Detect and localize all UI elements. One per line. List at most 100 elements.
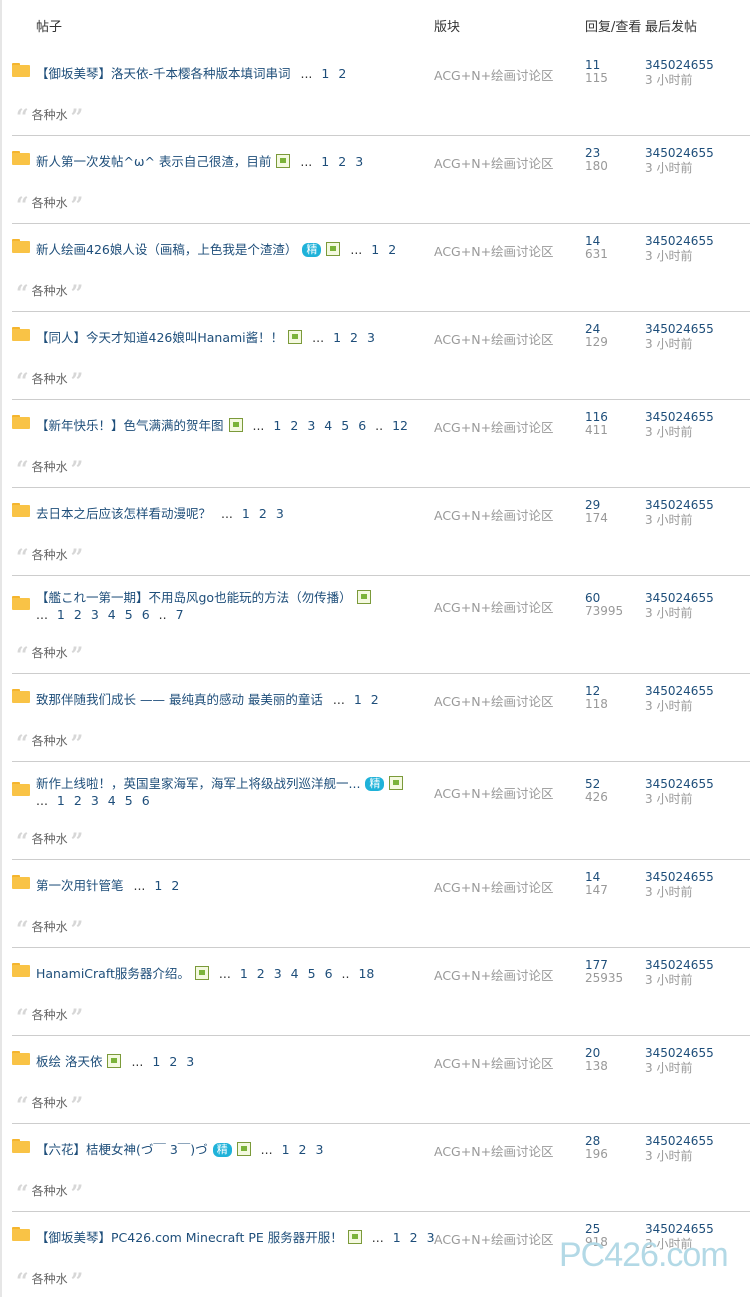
page-link[interactable]: 3 bbox=[367, 330, 375, 345]
last-poster-link[interactable]: 345024655 bbox=[645, 322, 714, 336]
page-link[interactable]: 1 bbox=[57, 607, 65, 622]
forum-link[interactable]: ACG+N+绘画讨论区 bbox=[434, 783, 554, 802]
page-link[interactable]: 3 bbox=[355, 154, 363, 169]
page-link[interactable]: 2 bbox=[338, 154, 346, 169]
page-link[interactable]: 4 bbox=[108, 607, 116, 622]
forum-link[interactable]: ACG+N+绘画讨论区 bbox=[434, 965, 554, 984]
forum-link[interactable]: ACG+N+绘画讨论区 bbox=[434, 329, 554, 348]
page-link[interactable]: 3 bbox=[274, 966, 282, 981]
last-poster-link[interactable]: 345024655 bbox=[645, 958, 714, 972]
last-poster-link[interactable]: 345024655 bbox=[645, 234, 714, 248]
page-link[interactable]: 1 bbox=[152, 1054, 160, 1069]
thread-title-link[interactable]: 【新年快乐！】色气满满的贺年图 bbox=[36, 418, 224, 433]
forum-link[interactable]: ACG+N+绘画讨论区 bbox=[434, 877, 554, 896]
forum-link[interactable]: ACG+N+绘画讨论区 bbox=[434, 417, 554, 436]
page-link[interactable]: 2 bbox=[257, 966, 265, 981]
forum-link[interactable]: ACG+N+绘画讨论区 bbox=[434, 597, 554, 616]
page-link[interactable]: 1 bbox=[371, 242, 379, 257]
forum-link[interactable]: ACG+N+绘画讨论区 bbox=[434, 153, 554, 172]
image-attachment-icon bbox=[276, 154, 291, 168]
page-link[interactable]: 1 bbox=[240, 966, 248, 981]
thread-title-link[interactable]: 新人第一次发帖^ω^ 表示自己很渣，目前 bbox=[36, 154, 271, 169]
last-poster-link[interactable]: 345024655 bbox=[645, 410, 714, 424]
page-link[interactable]: 3 bbox=[186, 1054, 194, 1069]
page-link[interactable]: 1 bbox=[282, 1142, 290, 1157]
forum-link[interactable]: ACG+N+绘画讨论区 bbox=[434, 65, 554, 84]
page-link[interactable]: 2 bbox=[338, 66, 346, 81]
page-link[interactable]: 2 bbox=[74, 607, 82, 622]
last-poster-link[interactable]: 345024655 bbox=[645, 1134, 714, 1148]
thread-title-link[interactable]: 【同人】今天才知道426娘叫Hanami酱！！ bbox=[36, 330, 283, 345]
open-quote-icon: “ bbox=[16, 1181, 29, 1207]
forum-link[interactable]: ACG+N+绘画讨论区 bbox=[434, 241, 554, 260]
thread-title-link[interactable]: 第一次用针管笔 bbox=[36, 878, 124, 893]
page-link[interactable]: 1 bbox=[273, 418, 281, 433]
thread-title-link[interactable]: 【艦これ一第一期】不用岛风go也能玩的方法（勿传播） bbox=[36, 590, 352, 605]
page-link[interactable]: 4 bbox=[291, 966, 299, 981]
page-link[interactable]: 6 bbox=[325, 966, 333, 981]
last-poster-link[interactable]: 345024655 bbox=[645, 777, 714, 791]
thread-title-link[interactable]: 新人绘画426娘人设（画稿，上色我是个渣渣） bbox=[36, 242, 297, 257]
last-poster-link[interactable]: 345024655 bbox=[645, 684, 714, 698]
thread-title-link[interactable]: 【御坂美琴】PC426.com Minecraft PE 服务器开服！ bbox=[36, 1230, 343, 1245]
page-link[interactable]: 4 bbox=[324, 418, 332, 433]
page-link[interactable]: 2 bbox=[299, 1142, 307, 1157]
page-link[interactable]: 2 bbox=[169, 1054, 177, 1069]
header-stats: 回复/查看 bbox=[585, 20, 642, 35]
page-link[interactable]: 6 bbox=[142, 793, 150, 808]
page-link[interactable]: 12 bbox=[392, 418, 408, 433]
page-link[interactable]: 5 bbox=[341, 418, 349, 433]
thread-title-link[interactable]: 板绘 洛天依 bbox=[36, 1054, 102, 1069]
page-link[interactable]: 2 bbox=[371, 692, 379, 707]
last-poster-link[interactable]: 345024655 bbox=[645, 870, 714, 884]
page-link[interactable]: 18 bbox=[358, 966, 374, 981]
page-link[interactable]: 5 bbox=[125, 607, 133, 622]
forum-link[interactable]: ACG+N+绘画讨论区 bbox=[434, 1053, 554, 1072]
page-link[interactable]: 4 bbox=[108, 793, 116, 808]
page-link[interactable]: 2 bbox=[290, 418, 298, 433]
last-poster-link[interactable]: 345024655 bbox=[645, 58, 714, 72]
page-link[interactable]: 6 bbox=[142, 607, 150, 622]
last-poster-link[interactable]: 345024655 bbox=[645, 146, 714, 160]
forum-link[interactable]: ACG+N+绘画讨论区 bbox=[434, 505, 554, 524]
page-link[interactable]: 2 bbox=[74, 793, 82, 808]
page-link[interactable]: 7 bbox=[176, 607, 184, 622]
page-link[interactable]: 3 bbox=[91, 793, 99, 808]
thread-title-link[interactable]: 【六花】桔梗女神(づ￣ 3￣)づ bbox=[36, 1142, 208, 1157]
page-link[interactable]: 5 bbox=[125, 793, 133, 808]
page-link[interactable]: 3 bbox=[276, 506, 284, 521]
page-link[interactable]: 6 bbox=[358, 418, 366, 433]
page-link[interactable]: 2 bbox=[410, 1230, 418, 1245]
forum-link[interactable]: ACG+N+绘画讨论区 bbox=[434, 691, 554, 710]
thread-title-link[interactable]: 致那伴随我们成长 —— 最纯真的感动 最美丽的童话 bbox=[36, 692, 323, 707]
page-link[interactable]: 1 bbox=[393, 1230, 401, 1245]
thread-title-line: 新人第一次发帖^ω^ 表示自己很渣，目前 ... 1 2 3 bbox=[36, 154, 364, 169]
page-link[interactable]: 1 bbox=[354, 692, 362, 707]
last-poster-link[interactable]: 345024655 bbox=[645, 1222, 714, 1236]
page-link[interactable]: 1 bbox=[321, 66, 329, 81]
thread-title-link[interactable]: HanamiCraft服务器介绍。 bbox=[36, 966, 190, 981]
page-link[interactable]: 1 bbox=[321, 154, 329, 169]
page-link[interactable]: 1 bbox=[57, 793, 65, 808]
forum-link[interactable]: ACG+N+绘画讨论区 bbox=[434, 1229, 554, 1248]
page-link[interactable]: 2 bbox=[171, 878, 179, 893]
pagination: 12 bbox=[345, 692, 379, 707]
thread-title-link[interactable]: 去日本之后应该怎样看动漫呢？ bbox=[36, 506, 211, 521]
page-link[interactable]: 3 bbox=[91, 607, 99, 622]
page-link[interactable]: 1 bbox=[242, 506, 250, 521]
forum-link[interactable]: ACG+N+绘画讨论区 bbox=[434, 1141, 554, 1160]
page-link[interactable]: 3 bbox=[307, 418, 315, 433]
last-poster-link[interactable]: 345024655 bbox=[645, 1046, 714, 1060]
page-link[interactable]: 2 bbox=[259, 506, 267, 521]
last-poster-link[interactable]: 345024655 bbox=[645, 591, 714, 605]
page-link[interactable]: 1 bbox=[154, 878, 162, 893]
thread-title-link[interactable]: 【御坂美琴】洛天依-千本樱各种版本填词串词 bbox=[36, 66, 291, 81]
page-link[interactable]: 2 bbox=[350, 330, 358, 345]
page-link[interactable]: 2 bbox=[388, 242, 396, 257]
page-ellipsis: .. bbox=[375, 418, 384, 433]
last-poster-link[interactable]: 345024655 bbox=[645, 498, 714, 512]
page-link[interactable]: 1 bbox=[333, 330, 341, 345]
page-link[interactable]: 5 bbox=[308, 966, 316, 981]
thread-title-link[interactable]: 新作上线啦！，英国皇家海军，海军上将级战列巡洋舰一... bbox=[36, 776, 360, 791]
page-link[interactable]: 3 bbox=[316, 1142, 324, 1157]
